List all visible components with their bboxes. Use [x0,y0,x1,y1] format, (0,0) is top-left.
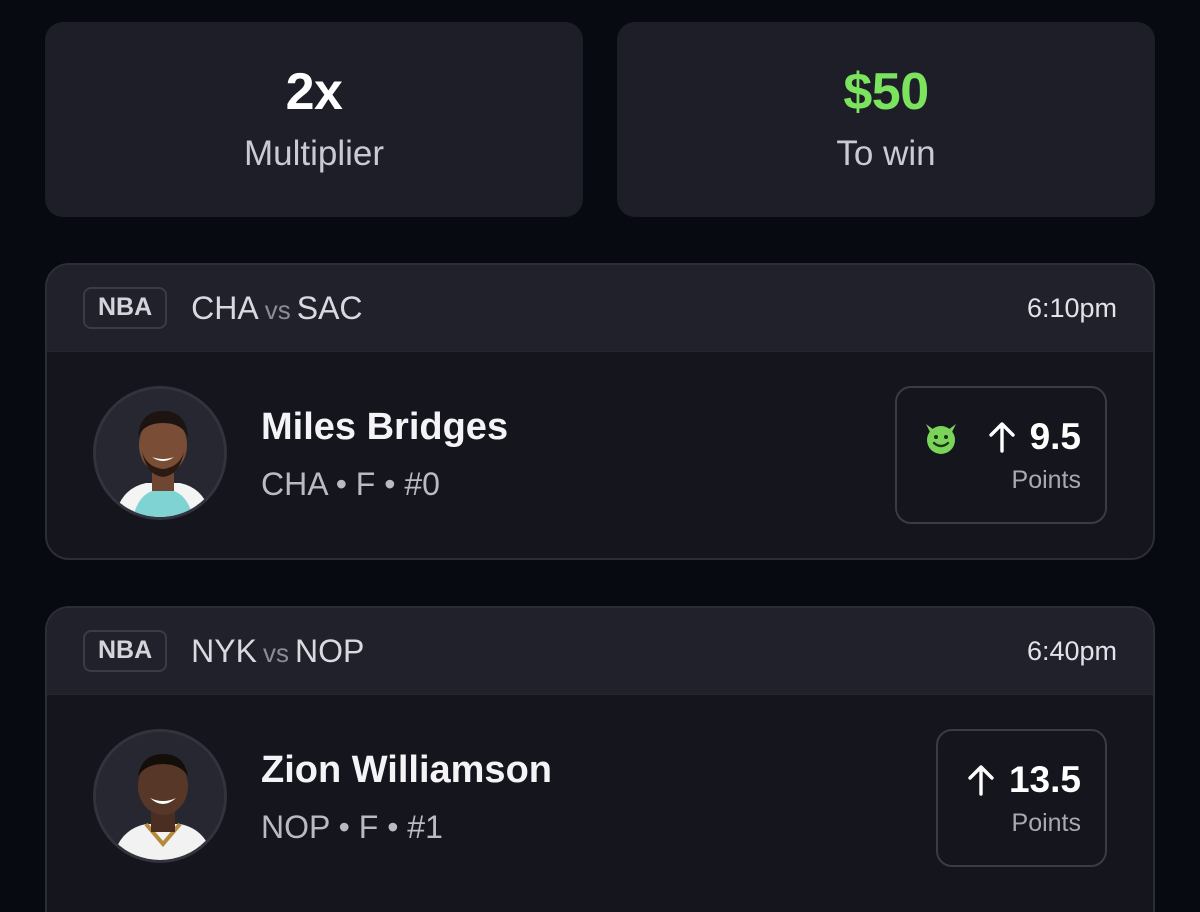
game-header: NBA NYK vs NOP 6:40pm [47,608,1153,695]
vs-label: vs [262,637,289,668]
player-name: Zion Williamson [261,749,552,791]
arrow-up-icon [988,421,1015,453]
player-meta: NOP • F • #1 [261,809,443,845]
game-time: 6:10pm [1026,292,1117,323]
multiplier-value: 2x [285,62,343,121]
bet-summary: 2x Multiplier $50 To win [45,22,1155,217]
pick-line-value: 9.5 [1029,415,1081,457]
team-b: SAC [296,289,363,326]
vs-label: vs [264,294,291,325]
to-win-box: $50 To win [617,22,1155,217]
multiplier-box: 2x Multiplier [45,22,583,217]
matchup: NYK vs NOP [191,633,364,670]
player-meta: CHA • F • #0 [261,466,440,502]
player-name: Miles Bridges [261,406,509,448]
game-header: NBA CHA vs SAC 6:10pm [47,265,1153,352]
multiplier-label: Multiplier [243,133,385,173]
league-badge: NBA [83,287,168,329]
matchup: CHA vs SAC [191,290,362,327]
pick-line: 9.5 [922,416,1081,458]
game-time: 6:40pm [1026,635,1117,666]
arrow-up-icon [968,764,994,796]
over-under-pick[interactable]: 9.5 Points [895,386,1107,524]
pick-line-value: 13.5 [1008,758,1081,800]
over-under-pick[interactable]: 13.5 Points [936,729,1107,867]
team-b: NOP [294,632,365,669]
pick-line: 13.5 [967,759,1081,801]
pick-card[interactable]: NBA CHA vs SAC 6:10pm Miles Bridges CHA • … [45,263,1155,560]
to-win-label: To win [836,133,936,173]
player-avatar [93,386,227,520]
player-avatar [93,729,227,863]
league-badge: NBA [83,630,168,672]
team-a: CHA [191,289,259,326]
devil-emoji-icon [925,423,956,454]
player-row: Zion Williamson NOP • F • #1 13.5 Points [47,695,1153,901]
team-a: NYK [191,632,257,669]
pick-card[interactable]: NBA NYK vs NOP 6:40pm Zion Williamson NOP … [45,606,1155,912]
pick-stat-type: Points [1011,465,1081,494]
player-row: Miles Bridges CHA • F • #0 9.5 Points [47,352,1153,558]
pick-stat-type: Points [1011,808,1081,837]
to-win-value: $50 [843,62,929,121]
